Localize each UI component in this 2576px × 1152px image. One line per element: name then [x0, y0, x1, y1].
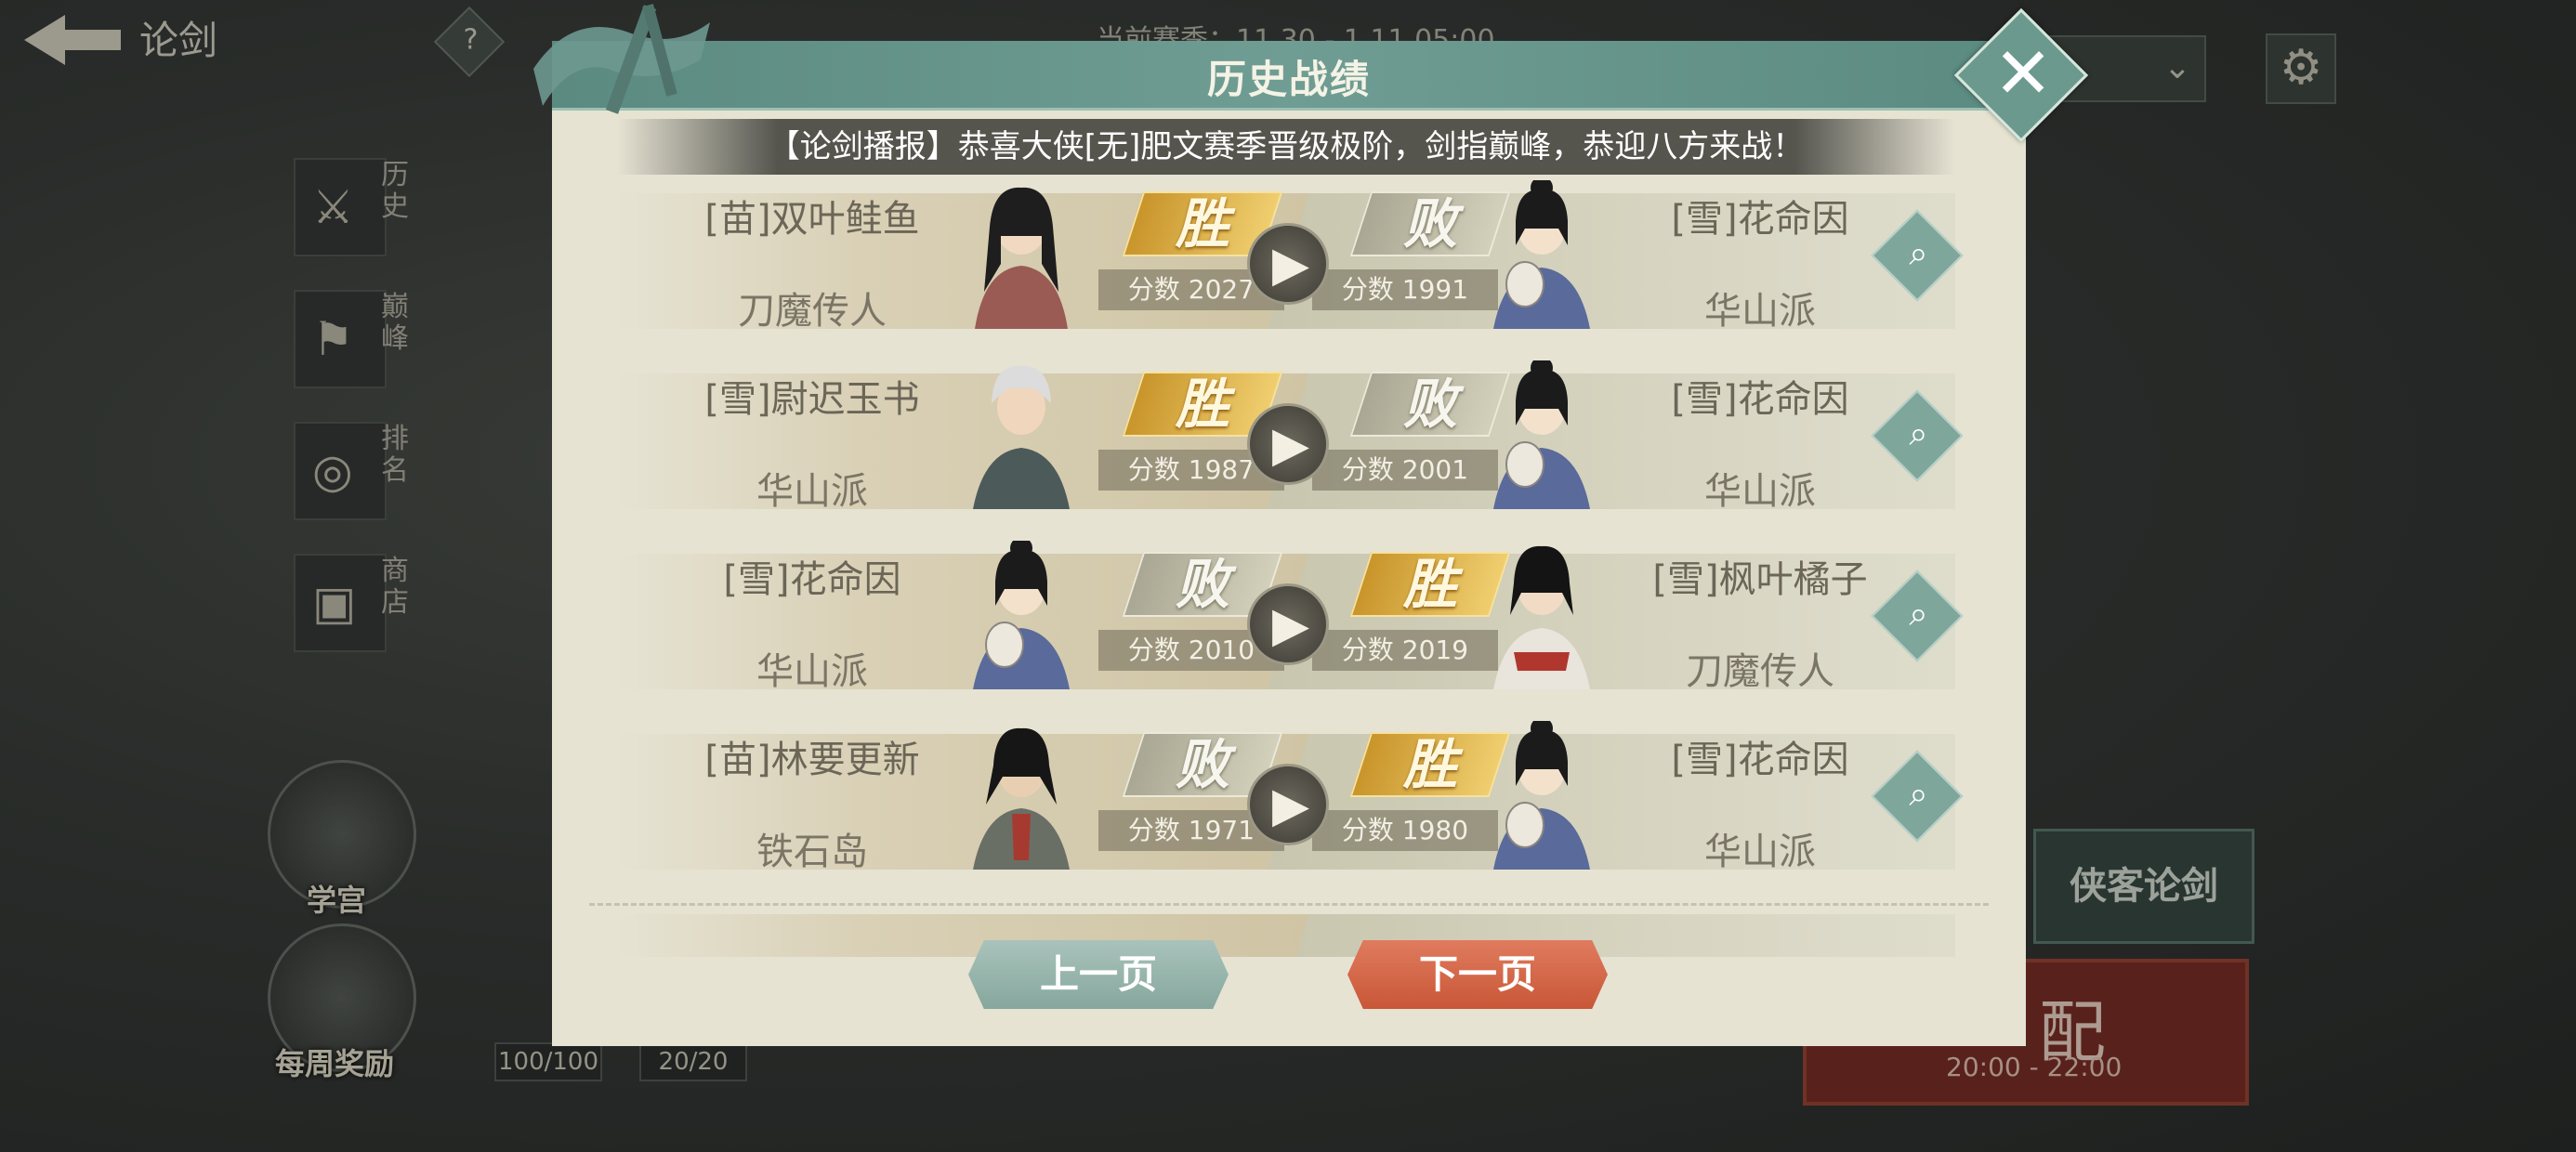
player-avatar — [956, 721, 1086, 870]
battle-row: [苗]林要更新 铁石岛 败 分数 1971 [雪]花命因 华山派 胜 分数 19… — [617, 717, 1964, 901]
player-school: 刀魔传人 — [1686, 650, 1834, 693]
result-badge: 胜 — [1349, 732, 1511, 797]
player-name: [雪]尉迟玉书 — [704, 378, 920, 421]
player-name: [苗]林要更新 — [704, 739, 920, 781]
battle-row: [雪]尉迟玉书 华山派 胜 分数 1987 [雪]花命因 华山派 败 分数 20… — [617, 357, 1964, 541]
player-school: 华山派 — [1704, 290, 1816, 333]
search-icon: ⌕ — [1909, 234, 1928, 273]
next-page-button[interactable]: 下一页 — [1347, 940, 1608, 1009]
result-badge: 败 — [1349, 191, 1511, 256]
battle-row: [雪]花命因 华山派 败 分数 2010 [雪]枫叶橘子 刀魔传人 胜 分数 2… — [617, 537, 1964, 721]
player-avatar — [956, 360, 1086, 509]
player-school: 华山派 — [756, 650, 868, 693]
player-score: 分数 1980 — [1312, 810, 1498, 851]
close-icon: ✕ — [1993, 31, 2053, 114]
player-school: 铁石岛 — [756, 831, 868, 873]
replay-button[interactable]: ▶ — [1247, 583, 1329, 665]
replay-button[interactable]: ▶ — [1247, 403, 1329, 485]
battle-row: [苗]双叶鲑鱼 刀魔传人 胜 分数 2027 [雪]花命因 华山派 败 分数 1… — [617, 177, 1964, 360]
replay-button[interactable]: ▶ — [1247, 764, 1329, 845]
player-avatar — [956, 180, 1086, 329]
player-school: 刀魔传人 — [738, 290, 887, 333]
modal-header: 历史战绩 — [552, 41, 2026, 111]
player-score: 分数 2019 — [1312, 630, 1498, 671]
player-name: [雪]花命因 — [1671, 378, 1849, 421]
search-icon: ⌕ — [1909, 414, 1928, 453]
play-icon: ▶ — [1272, 778, 1309, 833]
player-name: [苗]双叶鲑鱼 — [704, 198, 920, 241]
player-school: 华山派 — [756, 470, 868, 513]
search-icon: ⌕ — [1909, 595, 1928, 634]
battle-row-partial — [617, 901, 1955, 957]
modal-body: 【论剑播报】恭喜大侠[无]肥文赛季晋级极阶，剑指巅峰，恭迎八方来战！ [苗]双叶… — [552, 108, 2026, 1046]
play-icon: ▶ — [1272, 417, 1309, 473]
player-name: [雪]花命因 — [1671, 739, 1849, 781]
player-school: 华山派 — [1704, 470, 1816, 513]
battle-list: [苗]双叶鲑鱼 刀魔传人 胜 分数 2027 [雪]花命因 华山派 败 分数 1… — [617, 177, 1964, 957]
player-name: [雪]花命因 — [723, 558, 901, 601]
result-badge: 胜 — [1349, 552, 1511, 617]
play-icon: ▶ — [1272, 597, 1309, 653]
player-avatar — [956, 537, 1086, 689]
history-record-modal: 【论剑播报】恭喜大侠[无]肥文赛季晋级极阶，剑指巅峰，恭迎八方来战！ [苗]双叶… — [533, 4, 2089, 1046]
player-name: [雪]枫叶橘子 — [1652, 558, 1868, 601]
play-icon: ▶ — [1272, 237, 1309, 293]
player-score: 分数 1991 — [1312, 269, 1498, 310]
result-badge: 败 — [1349, 372, 1511, 437]
search-icon: ⌕ — [1909, 775, 1928, 814]
broadcast-banner: 【论剑播报】恭喜大侠[无]肥文赛季晋级极阶，剑指巅峰，恭迎八方来战！ — [617, 119, 1955, 175]
prev-page-button[interactable]: 上一页 — [968, 940, 1229, 1009]
list-divider — [589, 903, 1989, 906]
replay-button[interactable]: ▶ — [1247, 223, 1329, 305]
player-score: 分数 2001 — [1312, 450, 1498, 491]
player-name: [雪]花命因 — [1671, 198, 1849, 241]
modal-title: 历史战绩 — [1206, 57, 1371, 102]
player-school: 华山派 — [1704, 831, 1816, 873]
